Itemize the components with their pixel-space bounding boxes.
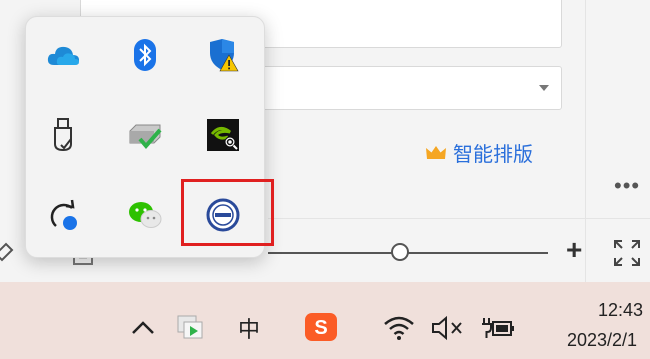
chevron-up-icon[interactable] (130, 318, 156, 336)
bluetooth-icon[interactable] (123, 33, 167, 77)
media-player-icon[interactable] (176, 314, 208, 344)
sogou-label: S (314, 317, 327, 339)
fullscreen-icon[interactable] (612, 238, 642, 268)
battery-charging-icon[interactable] (480, 314, 516, 342)
more-options-icon[interactable]: ••• (614, 175, 640, 197)
input-method-indicator[interactable]: 中 (238, 312, 260, 344)
wechat-icon[interactable] (123, 193, 167, 237)
divider (268, 218, 650, 219)
eraser-icon[interactable] (0, 240, 14, 262)
clock-date[interactable]: 2023/2/1 (567, 330, 637, 351)
crown-icon (426, 145, 446, 159)
sync-icon[interactable] (41, 193, 85, 237)
chevron-down-icon (539, 85, 549, 91)
divider (585, 0, 586, 282)
zoom-slider-thumb[interactable] (390, 243, 409, 261)
zoom-in-button[interactable]: + (566, 234, 582, 266)
smart-layout-label: 智能排版 (453, 144, 533, 166)
onedrive-icon[interactable] (41, 33, 85, 77)
highlight-box (181, 179, 274, 246)
nvidia-icon[interactable] (201, 113, 245, 157)
volume-muted-icon[interactable] (430, 314, 466, 342)
smart-layout-button[interactable]: 智能排版 (425, 138, 533, 167)
wifi-icon[interactable] (382, 314, 416, 342)
sogou-input-icon[interactable]: S (304, 312, 338, 342)
usb-eject-icon[interactable] (41, 113, 85, 157)
windows-security-icon[interactable] (201, 33, 245, 77)
printer-check-icon[interactable] (123, 113, 167, 157)
clock-time[interactable]: 12:43 (598, 300, 643, 321)
